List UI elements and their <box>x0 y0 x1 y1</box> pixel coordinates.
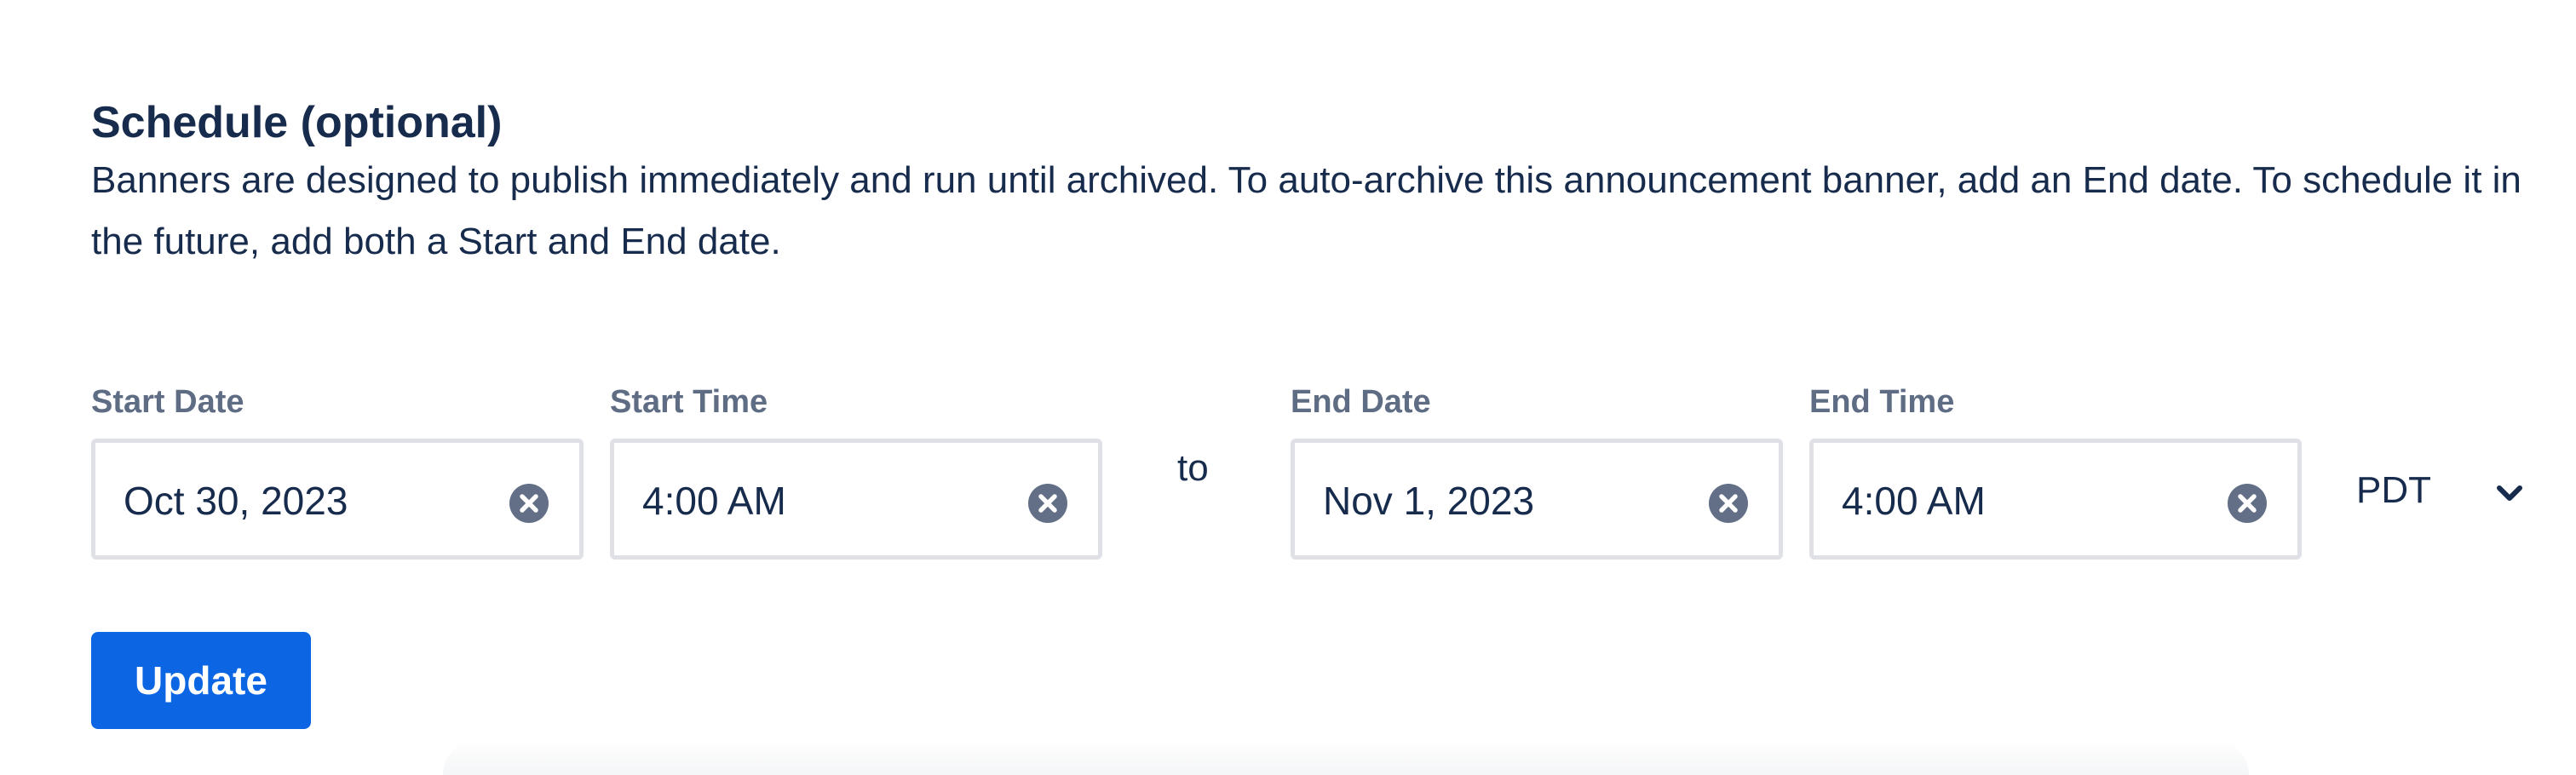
end-date-field[interactable]: Nov 1, 2023 <box>1291 439 1783 560</box>
schedule-page: Schedule (optional) Banners are designed… <box>0 0 2576 775</box>
end-time-value: 4:00 AM <box>1842 479 1986 523</box>
start-time-value: 4:00 AM <box>642 479 786 523</box>
start-date-field[interactable]: Oct 30, 2023 <box>91 439 584 560</box>
end-time-field[interactable]: 4:00 AM <box>1809 439 2302 560</box>
clear-icon[interactable] <box>509 484 549 523</box>
end-date-label: End Date <box>1291 384 1431 420</box>
update-button[interactable]: Update <box>91 632 311 729</box>
start-date-label: Start Date <box>91 384 244 420</box>
end-time-label: End Time <box>1809 384 1955 420</box>
clear-icon[interactable] <box>2228 484 2267 523</box>
clear-icon[interactable] <box>1709 484 1748 523</box>
clear-icon[interactable] <box>1028 484 1067 523</box>
schedule-title: Schedule (optional) <box>91 98 503 147</box>
start-time-label: Start Time <box>610 384 768 420</box>
range-separator: to <box>1177 447 1209 489</box>
timezone-value: PDT <box>2356 469 2431 511</box>
timezone-select[interactable]: PDT <box>2334 451 2547 533</box>
schedule-description: Banners are designed to publish immediat… <box>91 159 2521 262</box>
start-time-field[interactable]: 4:00 AM <box>610 439 1102 560</box>
panel-shadow <box>443 739 2249 775</box>
end-date-value: Nov 1, 2023 <box>1323 479 1535 523</box>
start-date-value: Oct 30, 2023 <box>124 479 348 523</box>
chevron-down-icon <box>2497 485 2522 501</box>
